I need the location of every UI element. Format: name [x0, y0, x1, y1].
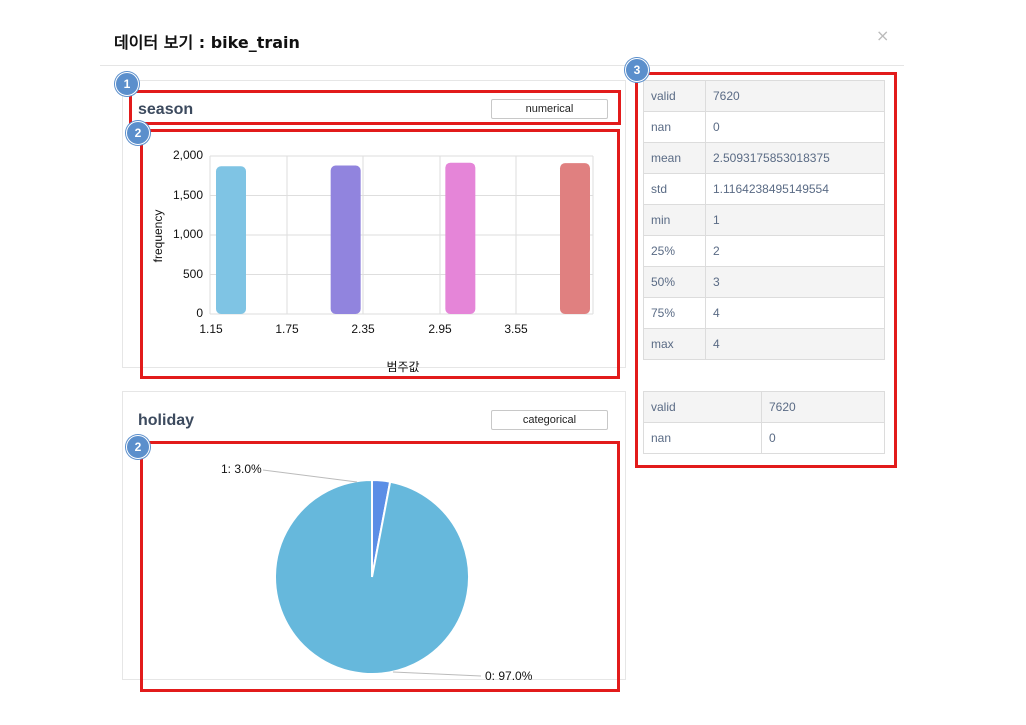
annotation-box-stats [635, 72, 897, 468]
column-name-holiday: holiday [138, 412, 195, 429]
dialog-title: 데이터 보기 : bike_train [114, 33, 300, 52]
marker-badge: 1 [115, 72, 139, 96]
annotation-box-header [129, 90, 621, 125]
type-button-categorical[interactable]: categorical [491, 410, 608, 430]
close-icon[interactable]: × [876, 26, 889, 45]
marker-badge: 3 [625, 58, 649, 82]
marker-badge: 2 [126, 435, 150, 459]
marker-badge: 2 [126, 121, 150, 145]
annotation-box-pie [140, 441, 620, 692]
title-divider [100, 65, 904, 66]
annotation-box-histogram [140, 129, 620, 379]
